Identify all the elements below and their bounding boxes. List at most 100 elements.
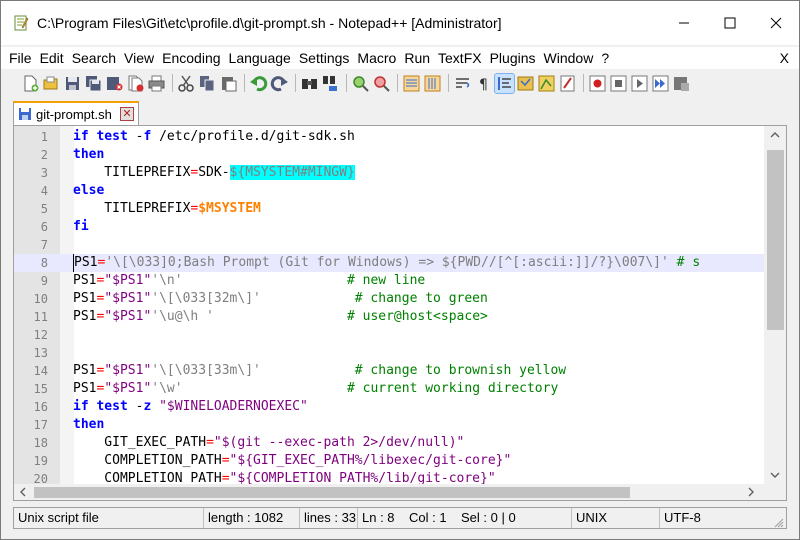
menu-language[interactable]: Language (225, 47, 295, 69)
word-wrap-icon[interactable] (453, 74, 472, 93)
scroll-down-icon[interactable] (764, 466, 786, 484)
code-text[interactable]: TITLEPREFIX=$MSYSTEM (73, 200, 261, 218)
menu-file[interactable]: File (5, 47, 36, 69)
code-text[interactable]: if test -z "$WINELOADERNOEXEC" (73, 398, 308, 416)
code-line[interactable]: 5 TITLEPREFIX=$MSYSTEM (14, 200, 764, 218)
code-token: - (127, 399, 144, 414)
code-line[interactable]: 13 (14, 344, 764, 362)
code-line[interactable]: 11 PS1="$PS1"'\u@\h ' # user@host<space> (14, 308, 764, 326)
code-text[interactable]: else (73, 182, 104, 200)
redo-icon[interactable] (270, 74, 289, 93)
code-text[interactable]: fi (73, 218, 89, 236)
code-text[interactable]: then (73, 146, 104, 164)
notepadpp-icon (13, 15, 29, 31)
tab-git-prompt[interactable]: git-prompt.sh ✕ (13, 101, 139, 125)
maximize-button[interactable] (707, 1, 753, 45)
code-text[interactable]: PS1="$PS1"'\[\033[32m\]' # change to gre… (73, 290, 488, 308)
vertical-scrollbar[interactable] (764, 126, 786, 484)
menu-settings[interactable]: Settings (295, 47, 354, 69)
code-text[interactable]: TITLEPREFIX=SDK-${MSYSTEM#MINGW} (73, 164, 355, 182)
doc-map-icon[interactable] (537, 74, 556, 93)
tab-close-icon[interactable]: ✕ (120, 107, 134, 121)
code-line[interactable]: 6 fi (14, 218, 764, 236)
open-file-icon[interactable] (42, 74, 61, 93)
code-line[interactable]: 7 (14, 236, 764, 254)
menu-plugins[interactable]: Plugins (486, 47, 540, 69)
undo-icon[interactable] (249, 74, 268, 93)
code-line[interactable]: 2 then (14, 146, 764, 164)
menu-encoding[interactable]: Encoding (158, 47, 224, 69)
menu-edit[interactable]: Edit (36, 47, 68, 69)
horizontal-scrollbar[interactable] (14, 484, 764, 500)
play-macro-icon[interactable] (630, 74, 649, 93)
find-icon[interactable] (300, 74, 319, 93)
zoom-out-icon[interactable] (372, 74, 391, 93)
resize-grip-icon[interactable] (774, 516, 784, 528)
menu-view[interactable]: View (120, 47, 158, 69)
code-line[interactable]: 12 (14, 326, 764, 344)
code-line[interactable]: 14 PS1="$PS1"'\[\033[33m\]' # change to b… (14, 362, 764, 380)
print-icon[interactable] (147, 74, 166, 93)
menu-search[interactable]: Search (68, 47, 120, 69)
code-text[interactable]: GIT_EXEC_PATH="$(git --exec-path 2>/dev/… (73, 434, 464, 452)
code-text[interactable]: PS1="$PS1"'\[\033[33m\]' # change to bro… (73, 362, 566, 380)
stop-macro-icon[interactable] (609, 74, 628, 93)
editor-text-area[interactable]: 1 if test -f /etc/profile.d/git-sdk.sh 2 th… (14, 126, 764, 486)
close-document-button[interactable]: X (780, 47, 789, 69)
scroll-left-icon[interactable] (14, 484, 32, 500)
vertical-scroll-thumb[interactable] (767, 150, 784, 330)
zoom-in-icon[interactable] (351, 74, 370, 93)
record-macro-icon[interactable] (588, 74, 607, 93)
sync-vertical-icon[interactable] (402, 74, 421, 93)
close-all-icon[interactable] (126, 74, 145, 93)
code-line[interactable]: 3 TITLEPREFIX=SDK-${MSYSTEM#MINGW} (14, 164, 764, 182)
code-text[interactable]: PS1="$PS1"'\w' # current working directo… (73, 380, 558, 398)
minimize-button[interactable] (661, 1, 707, 45)
save-macro-icon[interactable] (672, 74, 691, 93)
code-line[interactable]: 19 COMPLETION_PATH="${GIT_EXEC_PATH%/lib… (14, 452, 764, 470)
scroll-right-icon[interactable] (742, 484, 760, 500)
code-text[interactable]: PS1="$PS1"'\n' # new line (73, 272, 425, 290)
menu-textfx[interactable]: TextFX (434, 47, 486, 69)
code-line[interactable]: 9 PS1="$PS1"'\n' # new line (14, 272, 764, 290)
menu-macro[interactable]: Macro (353, 47, 400, 69)
code-editor[interactable]: 1 if test -f /etc/profile.d/git-sdk.sh 2 th… (13, 125, 787, 501)
menu-help[interactable]: ? (597, 47, 613, 69)
code-line[interactable]: 1 if test -f /etc/profile.d/git-sdk.sh (14, 128, 764, 146)
code-line[interactable]: 18 GIT_EXEC_PATH="$(git --exec-path 2>/d… (14, 434, 764, 452)
cut-icon[interactable] (177, 74, 196, 93)
copy-icon[interactable] (198, 74, 217, 93)
run-macro-multiple-icon[interactable] (651, 74, 670, 93)
user-lang-icon[interactable] (516, 74, 535, 93)
window-title: C:\Program Files\Git\etc\profile.d\git-p… (37, 15, 502, 31)
code-token: # change to brownish yellow (354, 363, 567, 378)
menu-run[interactable]: Run (400, 47, 434, 69)
scroll-up-icon[interactable] (764, 126, 786, 144)
code-text[interactable]: COMPLETION_PATH="${GIT_EXEC_PATH%/libexe… (73, 452, 511, 470)
sync-horizontal-icon[interactable] (423, 74, 442, 93)
code-line[interactable]: 16 if test -z "$WINELOADERNOEXEC" (14, 398, 764, 416)
indent-guide-icon[interactable] (494, 72, 515, 94)
function-list-icon[interactable] (558, 74, 577, 93)
new-file-icon[interactable] (21, 74, 40, 93)
code-text[interactable]: PS1='\[\033]0;Bash Prompt (Git for Windo… (73, 254, 700, 272)
status-eol: UNIX (572, 508, 660, 528)
replace-icon[interactable] (321, 74, 340, 93)
code-line[interactable]: 15 PS1="$PS1"'\w' # current working direc… (14, 380, 764, 398)
close-file-icon[interactable] (105, 74, 124, 93)
save-all-icon[interactable] (84, 74, 103, 93)
paste-icon[interactable] (219, 74, 238, 93)
title-bar[interactable]: C:\Program Files\Git\etc\profile.d\git-p… (1, 1, 799, 45)
code-line[interactable]: 10 PS1="$PS1"'\[\033[32m\]' # change to g… (14, 290, 764, 308)
code-text[interactable]: PS1="$PS1"'\u@\h ' # user@host<space> (73, 308, 488, 326)
code-line[interactable]: 8 PS1='\[\033]0;Bash Prompt (Git for Wind… (14, 254, 764, 272)
menu-window[interactable]: Window (540, 47, 598, 69)
code-line[interactable]: 4 else (14, 182, 764, 200)
show-all-chars-icon[interactable]: ¶ (474, 74, 493, 93)
code-line[interactable]: 17 then (14, 416, 764, 434)
code-text[interactable]: if test -f /etc/profile.d/git-sdk.sh (73, 128, 355, 146)
close-window-button[interactable] (753, 1, 799, 45)
code-text[interactable]: then (73, 416, 104, 434)
save-icon[interactable] (63, 74, 82, 93)
horizontal-scroll-thumb[interactable] (34, 487, 630, 498)
